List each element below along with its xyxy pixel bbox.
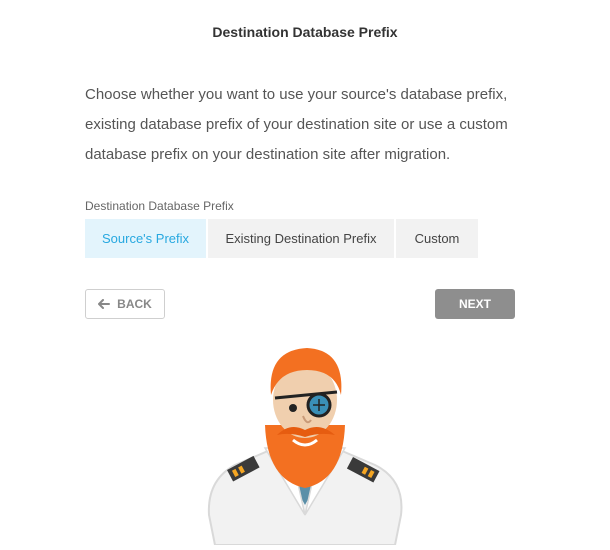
option-sources-prefix[interactable]: Source's Prefix [85,219,206,258]
option-custom-prefix[interactable]: Custom [396,219,478,258]
arrow-left-icon [98,299,111,309]
pirate-mascot-illustration [195,340,415,550]
back-button-label: BACK [117,297,152,311]
prefix-field-label: Destination Database Prefix [85,199,234,213]
back-button[interactable]: BACK [85,289,165,319]
page-title: Destination Database Prefix [212,24,398,40]
next-button[interactable]: NEXT [435,289,515,319]
description-text: Choose whether you want to use your sour… [85,86,508,163]
option-existing-destination-prefix[interactable]: Existing Destination Prefix [208,219,394,258]
prefix-segmented-control: Source's Prefix Existing Destination Pre… [85,219,480,258]
